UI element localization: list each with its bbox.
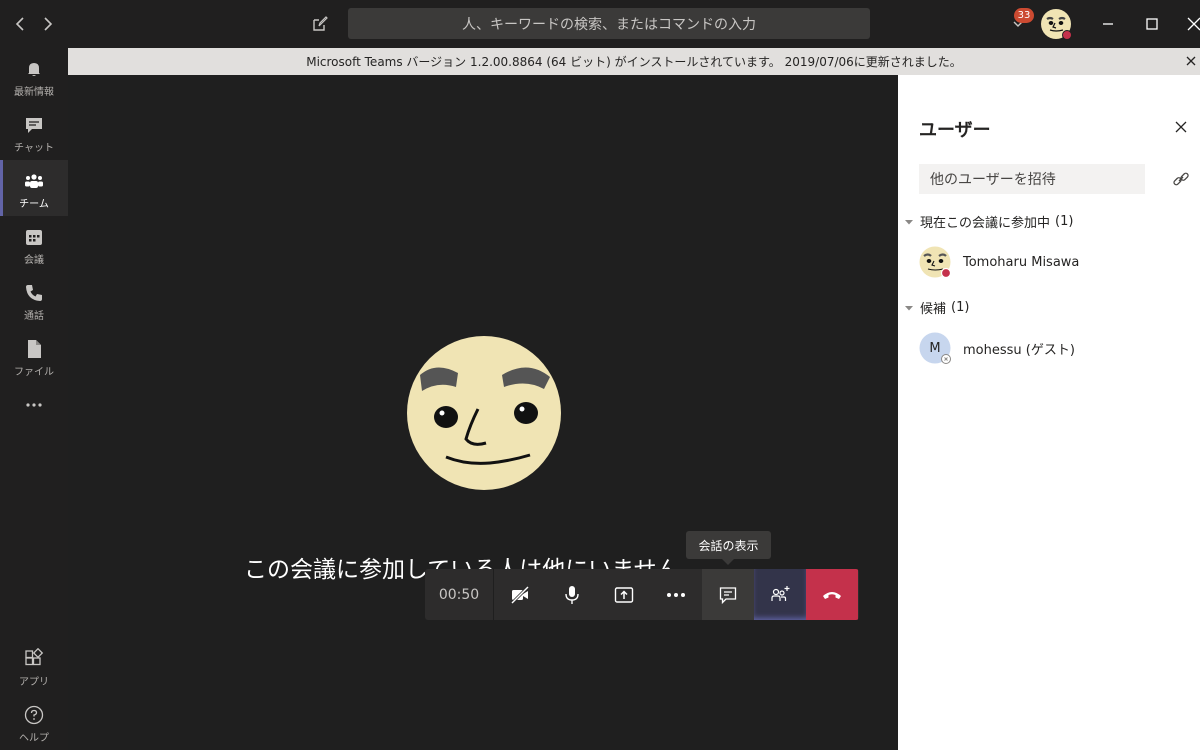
show-conversation-button[interactable] (702, 569, 754, 620)
share-screen-icon (614, 586, 634, 603)
bell-icon (28, 63, 40, 76)
link-icon[interactable] (1172, 170, 1190, 188)
section-count: (1) (1055, 214, 1074, 229)
more-actions-button[interactable] (650, 569, 702, 620)
search-input[interactable]: 人、キーワードの検索、またはコマンドの入力 (348, 8, 870, 39)
rail-label: 通話 (24, 311, 44, 322)
tooltip: 会話の表示 (686, 531, 771, 565)
hang-up-icon (823, 591, 841, 599)
update-info-bar: Microsoft Teams バージョン 1.2.00.8864 (64 ビッ… (68, 48, 1200, 75)
close-icon[interactable] (1184, 54, 1198, 68)
rail-item-calls[interactable]: 通話 (0, 272, 68, 328)
panel-title: ユーザー (919, 120, 991, 141)
suggested-section-header[interactable]: 候補 (1) (904, 298, 969, 317)
in-meeting-section-header[interactable]: 現在この会議に参加中 (1) (904, 212, 1073, 231)
maximize-icon[interactable] (1140, 12, 1164, 36)
close-window-icon[interactable] (1182, 12, 1200, 36)
invite-input[interactable]: 他のユーザーを招待 (919, 164, 1145, 194)
rail-label: 会議 (24, 255, 44, 266)
conversation-icon (719, 586, 737, 604)
rail-item-files[interactable]: ファイル (0, 328, 68, 384)
section-label: 現在この会議に参加中 (920, 216, 1051, 231)
rail-label: ヘルプ (19, 733, 49, 744)
participant-name: Tomoharu Misawa (963, 254, 1080, 270)
section-label: 候補 (920, 302, 947, 317)
rail-item-activity[interactable]: 最新情報 (0, 48, 68, 104)
rail-item-more[interactable] (0, 384, 68, 440)
microphone-button[interactable] (546, 569, 598, 620)
back-arrow-icon[interactable] (10, 14, 30, 34)
participant-row[interactable]: Tomoharu Misawa (919, 246, 1080, 279)
rail-item-help[interactable]: ヘルプ (0, 694, 68, 750)
title-bar: 人、キーワードの検索、またはコマンドの入力 33 (0, 0, 1200, 48)
participant-name: mohessu (ゲスト) (963, 342, 1075, 358)
participant-avatar (407, 336, 561, 490)
rail-item-chat[interactable]: チャット (0, 104, 68, 160)
call-controls: 00:50 (425, 569, 859, 620)
collapse-triangle-icon (905, 305, 913, 310)
close-icon[interactable] (1174, 120, 1188, 134)
rail-label: 最新情報 (14, 87, 54, 98)
rail-label: アプリ (19, 677, 49, 688)
chat-icon (26, 118, 42, 133)
teams-icon (25, 174, 43, 188)
app-rail: 最新情報 チャット チーム 会議 通話 ファイル アプリ ヘルプ (0, 48, 68, 750)
microphone-icon (565, 585, 579, 604)
camera-toggle-button[interactable] (494, 569, 546, 620)
rail-item-meetings[interactable]: 会議 (0, 216, 68, 272)
show-participants-button[interactable] (754, 569, 806, 620)
calendar-icon (26, 230, 42, 245)
user-avatar-icon (919, 246, 952, 279)
help-icon (24, 705, 44, 725)
share-screen-button[interactable] (598, 569, 650, 620)
apps-icon (25, 648, 44, 666)
notification-badge: 33 (1014, 8, 1034, 23)
avatar: M (919, 332, 951, 364)
meeting-stage: この会議に参加している人は他にいません。 会話の表示 00:50 (68, 75, 898, 750)
avatar (919, 246, 952, 279)
phone-icon (26, 285, 42, 301)
rail-label: チーム (19, 199, 49, 210)
call-timer: 00:50 (425, 569, 494, 620)
forward-arrow-icon[interactable] (38, 14, 58, 34)
avatar-initial: M (929, 340, 941, 356)
participants-icon (771, 585, 790, 601)
compose-icon[interactable] (310, 14, 330, 34)
collapse-triangle-icon (905, 219, 913, 224)
hang-up-button[interactable] (806, 569, 858, 620)
rail-item-apps[interactable]: アプリ (0, 638, 68, 694)
suggested-person-row[interactable]: M mohessu (ゲスト) (919, 332, 1075, 364)
rail-label: チャット (14, 143, 54, 154)
user-avatar-icon[interactable] (1040, 8, 1072, 40)
rail-label: ファイル (14, 367, 54, 378)
more-icon (667, 592, 685, 597)
more-icon (26, 403, 42, 407)
camera-off-icon (510, 585, 530, 604)
participants-panel: ユーザー 他のユーザーを招待 現在この会議に参加中 (1) Tomoharu M… (898, 75, 1200, 750)
file-icon (28, 340, 41, 358)
rail-item-teams[interactable]: チーム (0, 160, 68, 216)
minimize-icon[interactable] (1096, 12, 1120, 36)
section-count: (1) (951, 300, 970, 315)
update-info-text: Microsoft Teams バージョン 1.2.00.8864 (64 ビッ… (306, 55, 962, 69)
